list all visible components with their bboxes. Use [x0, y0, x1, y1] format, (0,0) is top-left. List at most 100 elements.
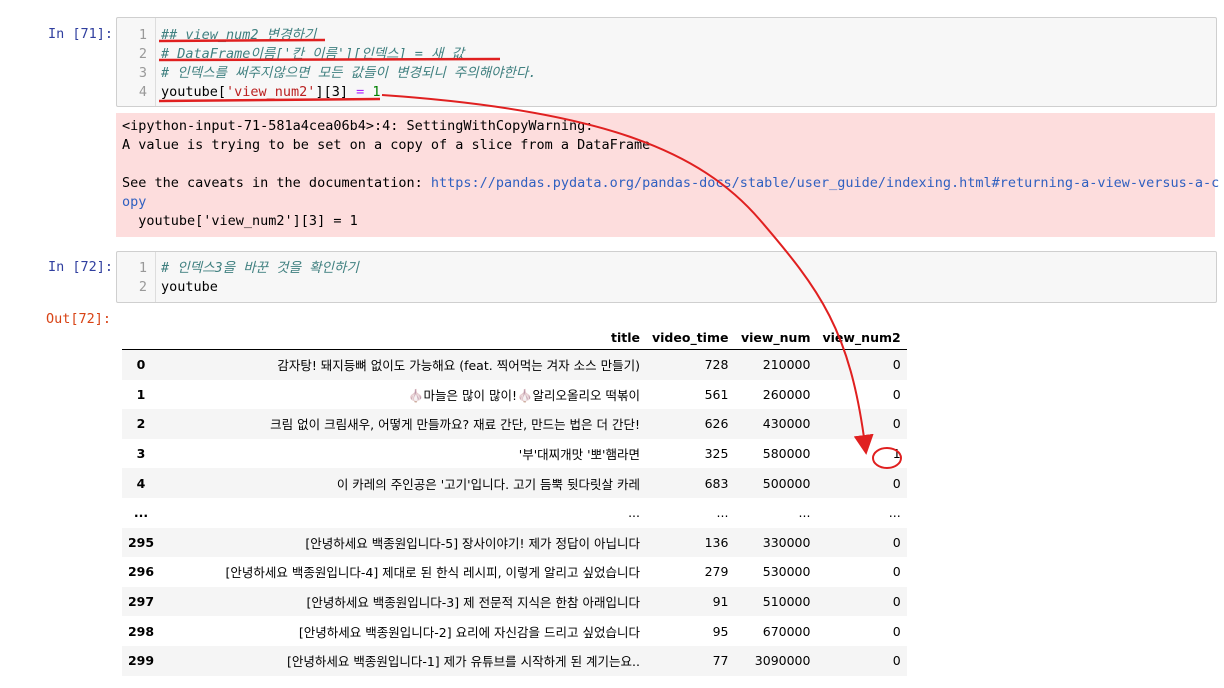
cell-view-num: 430000 — [762, 416, 811, 432]
column-header-video-time: video_time — [646, 325, 735, 350]
cell-title: ... — [628, 505, 640, 521]
cell-view-num: 330000 — [762, 534, 811, 550]
code-token-string: 'view_num2' — [226, 84, 316, 100]
cell-view-num2: 0 — [892, 653, 901, 669]
cell-title: [안녕하세요 백종원입니다-2] 요리에 자신감을 드리고 싶었습니다 — [298, 624, 640, 640]
cell-view-num2: 0 — [892, 386, 901, 402]
row-index: 296 — [127, 564, 155, 580]
cell-video-time: 626 — [704, 416, 729, 432]
cell-video-time: 325 — [704, 446, 729, 462]
cell-title: [안녕하세요 백종원입니다-1] 제가 유튜브를 시작하게 된 계기는요.. — [286, 654, 640, 670]
warning-output: <ipython-input-71-581a4cea06b4>:4: Setti… — [116, 113, 1219, 237]
cell-video-time: 95 — [712, 623, 729, 639]
code-line-expression[interactable]: youtube — [161, 278, 218, 297]
table-row: 297 [안녕하세요 백종원입니다-3] 제 전문적 지식은 한참 아래입니다 91… — [122, 586, 907, 617]
cell-title: 이 카레의 주인공은 '고기'입니다. 고기 듬뿍 뒷다릿살 카레 — [336, 476, 640, 492]
warning-line: <ipython-input-71-581a4cea06b4>:4: Setti… — [122, 118, 594, 134]
cell-video-time: 561 — [704, 386, 729, 402]
row-index: 295 — [127, 534, 155, 550]
row-index: 3 — [136, 446, 146, 462]
cell-view-num: 210000 — [762, 357, 811, 373]
cell-71-prompt: In [71]: — [48, 26, 114, 42]
cell-72-prompt: In [72]: — [48, 259, 114, 275]
code-cell-71[interactable]: 1 ## view_num2 변경하기 2 # DataFrame이름['칸 이… — [116, 17, 1217, 107]
cell-video-time: ... — [716, 505, 729, 521]
cell-view-num2: 0 — [892, 534, 901, 550]
code-line-assignment[interactable]: youtube['view_num2'][3] = 1 — [161, 83, 381, 102]
line-number: 2 — [138, 46, 147, 62]
cell-view-num2: ... — [888, 505, 901, 521]
code-cell-72[interactable]: 1 # 인덱스3을 바꾼 것을 확인하기 2 youtube — [116, 251, 1217, 303]
table-row: 296 [안녕하세요 백종원입니다-4] 제대로 된 한식 레시피, 이렇게 알리… — [122, 557, 907, 587]
table-row: 0 감자탕! 돼지등뼈 없이도 가능해요 (feat. 찍어먹는 겨자 소스 만들… — [122, 349, 907, 380]
code-line-comment[interactable]: ## view_num2 변경하기 — [161, 26, 316, 45]
cell-view-num: 510000 — [762, 594, 811, 610]
index-header — [122, 325, 156, 350]
cell-title: [안녕하세요 백종원입니다-4] 제대로 된 한식 레시피, 이렇게 알리고 싶… — [225, 565, 640, 581]
cell-view-num2: 0 — [892, 564, 901, 580]
cell-video-time: 279 — [704, 564, 729, 580]
cell-title: [안녕하세요 백종원입니다-3] 제 전문적 지식은 한참 아래입니다 — [306, 595, 640, 611]
dataframe-table: title video_time view_num view_num2 0 감자탕… — [122, 325, 907, 676]
warning-code-line: youtube['view_num2'][3] = 1 — [122, 213, 358, 229]
row-index: 4 — [136, 475, 146, 491]
cell-view-num2: 0 — [892, 475, 901, 491]
cell-view-num: 260000 — [762, 386, 811, 402]
cell-video-time: 77 — [712, 653, 729, 669]
cell-view-num: ... — [798, 505, 811, 521]
column-header-view-num2: view_num2 — [816, 325, 907, 350]
warning-line: A value is trying to be set on a copy of… — [122, 137, 651, 153]
table-row: 295 [안녕하세요 백종원입니다-5] 장사이야기! 제가 정답이 아닙니다 13… — [122, 527, 907, 558]
docs-link-continued[interactable]: opy — [122, 193, 146, 212]
cell-view-num2: 0 — [892, 416, 901, 432]
cell-video-time: 91 — [712, 594, 729, 610]
warning-line: See the caveats in the documentation: ht… — [122, 174, 1219, 193]
row-index: 297 — [127, 594, 155, 610]
cell-view-num2: 0 — [892, 594, 901, 610]
code-token: youtube[ — [161, 84, 227, 100]
row-index: ... — [133, 505, 149, 521]
cell-view-num: 500000 — [762, 475, 811, 491]
cell-view-num: 670000 — [762, 623, 811, 639]
cell-view-num: 530000 — [762, 564, 811, 580]
cell-view-num: 3090000 — [754, 653, 811, 669]
code-line-comment[interactable]: # DataFrame이름['칸 이름'][인덱스] = 새 값 — [161, 45, 464, 64]
row-index: 1 — [136, 386, 146, 402]
cell-title: 🧄마늘은 많이 많이!🧄알리오올리오 떡볶이 — [407, 387, 640, 403]
row-index: 299 — [127, 653, 155, 669]
cell-view-num2-changed: 1 — [892, 446, 901, 462]
cell-view-num: 580000 — [762, 446, 811, 462]
cell-title: 감자탕! 돼지등뼈 없이도 가능해요 (feat. 찍어먹는 겨자 소스 만들기… — [277, 358, 640, 374]
row-index: 0 — [136, 357, 146, 373]
column-header-title: title — [156, 325, 646, 350]
docs-link[interactable]: https://pandas.pydata.org/pandas-docs/st… — [431, 175, 1219, 191]
code-token: ][3] — [315, 84, 357, 100]
table-header-row: title video_time view_num view_num2 — [122, 325, 907, 350]
table-row: 1 🧄마늘은 많이 많이!🧄알리오올리오 떡볶이 561 260000 0 — [122, 380, 907, 410]
cell-view-num2: 0 — [892, 357, 901, 373]
line-number: 4 — [138, 84, 147, 100]
cell-title: 크림 없이 크림새우, 어떻게 만들까요? 재료 간단, 만드는 법은 더 간단… — [270, 417, 640, 433]
table-row: 4 이 카레의 주인공은 '고기'입니다. 고기 듬뿍 뒷다릿살 카레 683 500… — [122, 468, 907, 498]
row-index: 2 — [136, 416, 146, 432]
table-row: 298 [안녕하세요 백종원입니다-2] 요리에 자신감을 드리고 싶었습니다 95… — [122, 616, 907, 646]
code-line-comment[interactable]: # 인덱스를 써주지않으면 모든 값들이 변경되니 주의해야한다. — [161, 64, 537, 83]
cell-video-time: 683 — [704, 475, 729, 491]
cell-title: '부'대찌개맛 '뽀'햄라면 — [518, 447, 640, 463]
table-row: 299 [안녕하세요 백종원입니다-1] 제가 유튜브를 시작하게 된 계기는요.… — [122, 645, 907, 676]
warning-text: See the caveats in the documentation: — [122, 175, 431, 191]
code-token-operator: = — [356, 84, 365, 100]
line-number: 1 — [138, 260, 147, 276]
cell-view-num2: 0 — [892, 623, 901, 639]
code-line-comment[interactable]: # 인덱스3을 바꾼 것을 확인하기 — [161, 259, 359, 278]
cell-video-time: 728 — [704, 357, 729, 373]
table-row: 2 크림 없이 크림새우, 어떻게 만들까요? 재료 간단, 만드는 법은 더 간… — [122, 409, 907, 439]
line-number: 2 — [138, 279, 147, 295]
line-number: 3 — [138, 65, 147, 81]
cell-video-time: 136 — [704, 534, 729, 550]
cell-72-out-prompt: Out[72]: — [46, 311, 112, 327]
column-header-view-num: view_num — [734, 325, 817, 350]
table-row-ellipsis: ............... — [122, 498, 907, 528]
row-index: 298 — [127, 623, 155, 639]
line-number: 1 — [138, 27, 147, 43]
